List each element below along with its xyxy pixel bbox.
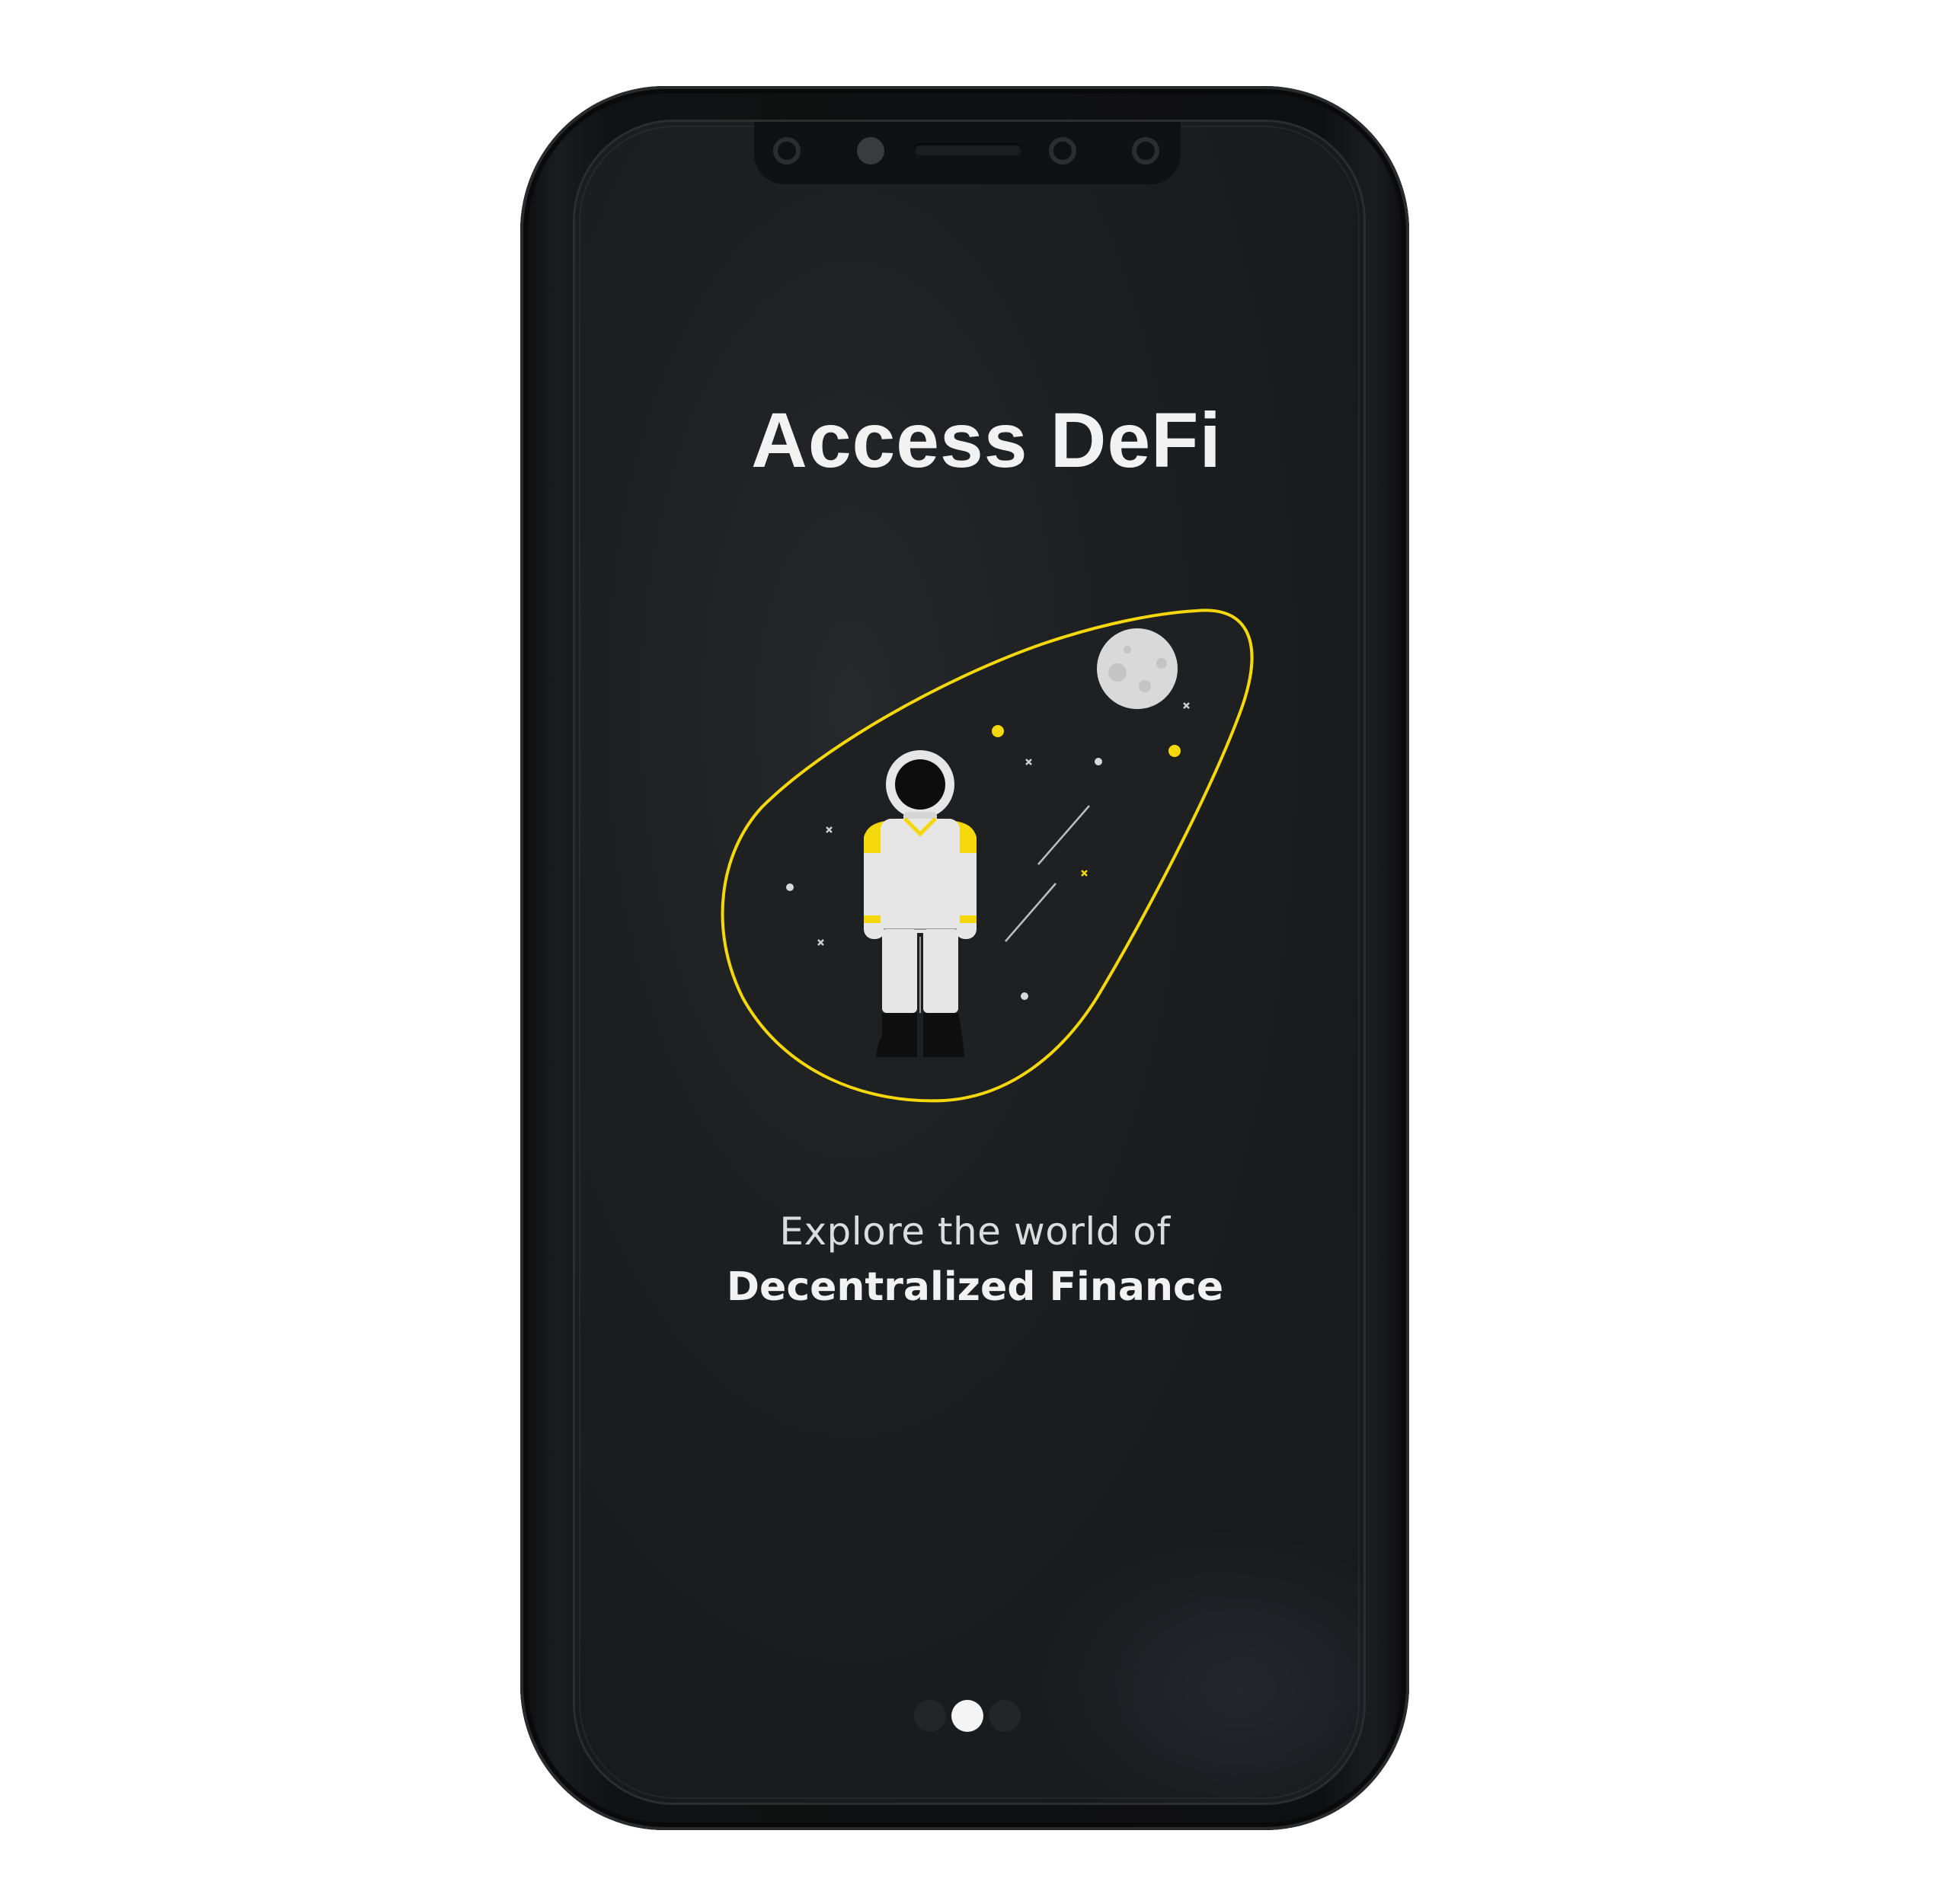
earpiece-speaker bbox=[914, 143, 1022, 155]
front-sensor-icon bbox=[773, 137, 801, 165]
device-mockup: Access DeFi Explore the world of Decentr… bbox=[0, 0, 1950, 1904]
star-dot bbox=[1095, 758, 1102, 765]
page-indicator bbox=[899, 1697, 1036, 1735]
front-camera-icon bbox=[857, 137, 884, 165]
star-dot bbox=[992, 725, 1004, 737]
moon-icon bbox=[1097, 628, 1178, 709]
page-dot-3[interactable] bbox=[989, 1700, 1021, 1732]
subtitle-line-2: Decentralized Finance bbox=[726, 1264, 1224, 1310]
screen-glare bbox=[1028, 1529, 1363, 1803]
astronaut-illustration bbox=[721, 609, 1254, 1103]
ambient-sensor-icon bbox=[1132, 137, 1159, 165]
subtitle-line-1: Explore the world of bbox=[779, 1209, 1171, 1254]
star-dot bbox=[1168, 745, 1181, 757]
page-dot-1[interactable] bbox=[914, 1700, 946, 1732]
proximity-sensor-icon bbox=[1049, 137, 1076, 165]
page-dot-2-active[interactable] bbox=[951, 1700, 983, 1732]
star-dot bbox=[1021, 992, 1028, 1000]
star-dot bbox=[786, 883, 794, 891]
page-title: Access DeFi bbox=[751, 397, 1222, 484]
